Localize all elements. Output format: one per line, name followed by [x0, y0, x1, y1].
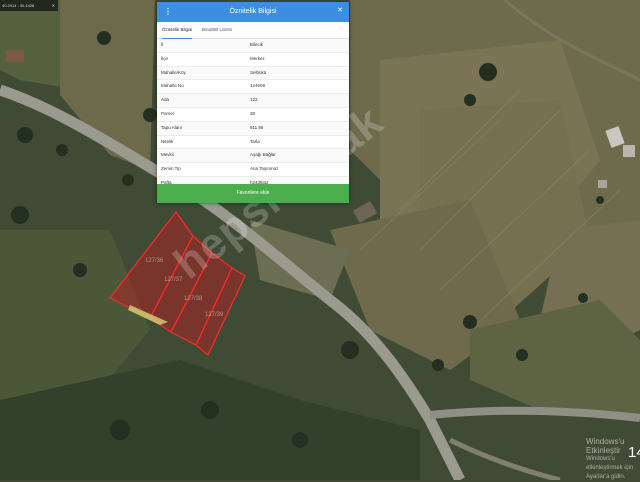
row-key: İl	[161, 42, 164, 47]
table-row: Mahalle No 124609	[157, 80, 349, 95]
row-value: Selbükü	[250, 69, 267, 75]
parcel-label-127-37: 127/37	[164, 277, 183, 283]
row-value: Bilecik	[250, 42, 264, 47]
row-value: Aşağı Bağlar	[250, 152, 276, 158]
parcel-label-127-36: 127/36	[145, 258, 164, 264]
row-value: Ana Taşınmaz	[250, 166, 279, 172]
table-row: İlçe Merkez	[157, 53, 349, 67]
row-value: Merkez	[250, 55, 265, 61]
panel-header: ⋮ Öznitelik Bilgisi ✕	[157, 2, 349, 22]
table-row: Parsel 38	[157, 108, 349, 122]
add-to-favorites-button[interactable]: Favorilere ekle	[157, 184, 349, 203]
row-key: İlçe	[161, 55, 169, 61]
row-key: Ada	[161, 97, 170, 103]
table-row: Mahalle/Köy Selbükü	[157, 66, 349, 81]
row-value: 122	[250, 97, 258, 103]
row-key: Mahalle/Köy	[161, 69, 186, 75]
tab-building-list[interactable]: Bina/BB Listesi	[202, 22, 232, 38]
panel-title: Öznitelik Bilgisi	[229, 8, 277, 15]
coordinate-readout: 40.2914 : 30.1428 ✕	[0, 0, 58, 11]
attribute-panel: ⋮ Öznitelik Bilgisi ✕ Öznitelik Bilgisi …	[157, 2, 349, 203]
clock-digits: 14	[628, 444, 640, 461]
coordinate-close-icon[interactable]: ✕	[52, 0, 55, 11]
row-value: Tarla	[250, 138, 260, 144]
panel-tabs: Öznitelik Bilgisi Bina/BB Listesi	[157, 22, 349, 39]
row-value: 38	[250, 110, 256, 116]
table-row: Ada 122	[157, 94, 349, 108]
row-key: Nitelik	[161, 138, 174, 144]
row-value: 124609	[250, 83, 266, 89]
row-key: Mahalle No	[161, 83, 184, 89]
table-row: Mevkii Aşağı Bağlar	[157, 149, 349, 164]
attribute-table: İl Bilecik İlçe Merkez Mahalle/Köy Selbükü …	[157, 39, 349, 191]
row-value: 911.95	[250, 124, 264, 130]
coordinate-text: 40.2914 : 30.1428	[2, 3, 35, 8]
close-icon[interactable]: ✕	[337, 2, 343, 20]
row-key: Mevkii	[161, 152, 174, 158]
row-key: Tapu Alanı	[161, 124, 183, 130]
row-key: Zemin Tip	[161, 166, 181, 172]
table-row: Zemin Tip Ana Taşınmaz	[157, 163, 349, 177]
table-row: Tapu Alanı 911.95	[157, 121, 349, 136]
parcel-label-127-39: 127/39	[205, 312, 224, 318]
parcel-label-127-38: 127/38	[184, 296, 203, 302]
table-row: Nitelik Tarla	[157, 136, 349, 150]
tab-attribute-info[interactable]: Öznitelik Bilgisi	[162, 22, 193, 39]
table-row: İl Bilecik	[157, 39, 349, 53]
row-key: Parsel	[161, 110, 174, 116]
